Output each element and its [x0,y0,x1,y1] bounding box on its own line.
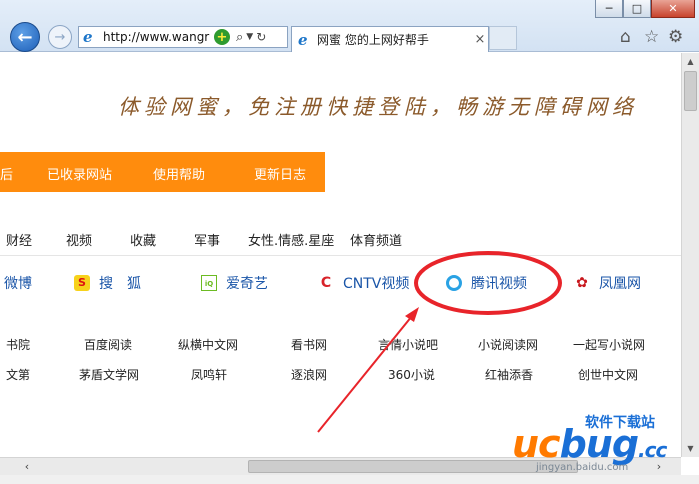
scroll-left-icon[interactable]: ‹ [18,458,36,475]
category-women[interactable]: 女性.情感.星座 [248,230,334,249]
site-link-weibo[interactable]: 微博 [4,273,32,293]
nav-item-indexed-sites[interactable]: 已收录网站 [47,164,112,183]
star-icon[interactable]: ☆ [644,27,659,47]
home-icon[interactable]: ⌂ [620,27,631,47]
watermark-logo-bug: bug [559,422,639,466]
link-item[interactable]: 一起写小说网 [573,336,645,353]
ifeng-icon: ✿ [576,275,588,291]
nav-item-home[interactable]: 后 [0,164,13,183]
cntv-icon: C [320,275,332,291]
minimize-button[interactable]: ─ [595,0,623,18]
watermark-logo-uc: uc [512,422,561,466]
tab-title: 网蜜 您的上网好帮手 [317,33,429,47]
link-item[interactable]: 凤鸣轩 [191,366,227,383]
link-item[interactable]: 360小说 [388,366,435,383]
address-bar[interactable]: e http://www.wangr + ⌕ ▼ ↻ [78,26,288,48]
site-link-tencent-video[interactable]: 腾讯视频 [446,273,527,293]
chevron-down-icon[interactable]: ▼ [246,32,253,42]
category-favorites[interactable]: 收藏 [130,230,156,249]
site-link-cntv[interactable]: C CNTV视频 [318,273,410,293]
link-item[interactable]: 纵横中文网 [178,336,238,353]
site-link-sohu[interactable]: S 搜 狐 [74,273,141,293]
tab-close-button[interactable]: × [472,32,488,47]
tab-active[interactable]: e 网蜜 您的上网好帮手 × [291,26,489,52]
tencent-video-icon [446,275,462,291]
category-row: 财经 视频 收藏 军事 女性.情感.星座 体育频道 [0,230,681,252]
site-row: 微博 S 搜 狐 iQ 爱奇艺 C CNTV视频 腾讯视频 ✿ 凤凰网 [0,273,681,297]
iqiyi-icon: iQ [201,275,217,291]
ie-icon: e [298,30,308,49]
watermark: 软件下载站 ucbug.cc jingyan.baidu.com [512,410,699,480]
watermark-logo-cc: .cc [638,438,667,462]
browser-chrome: ─ □ ✕ ← → e http://www.wangr + ⌕ ▼ ↻ e 网… [0,0,699,52]
ie-icon: e [83,28,93,46]
link-item[interactable]: 书院 [6,336,30,353]
site-label: 微博 [4,276,32,292]
link-row-1: 书院 百度阅读 纵横中文网 看书网 言情小说吧 小说阅读网 一起写小说网 [0,336,681,354]
watermark-logo: ucbug.cc [512,422,667,466]
site-link-iqiyi[interactable]: iQ 爱奇艺 [201,273,268,293]
link-item[interactable]: 看书网 [291,336,327,353]
category-sports[interactable]: 体育频道 [350,230,402,249]
maximize-button[interactable]: □ [623,0,651,18]
nav-item-help[interactable]: 使用帮助 [153,164,205,183]
site-label: 腾讯视频 [471,276,527,292]
sohu-icon: S [74,275,90,291]
site-label: 爱奇艺 [226,276,268,292]
divider [0,255,681,256]
add-plugin-icon[interactable]: + [214,29,230,45]
category-military[interactable]: 军事 [194,230,220,249]
forward-button[interactable]: → [48,25,72,49]
site-label: 搜 狐 [99,276,141,292]
page-slogan: 体验网蜜，免注册快捷登陆，畅游无障碍网络 [118,95,638,119]
window-controls: ─ □ ✕ [595,0,695,18]
vertical-scroll-thumb[interactable] [684,71,697,111]
link-item[interactable]: 小说阅读网 [478,336,538,353]
category-finance[interactable]: 财经 [6,230,32,249]
site-label: CNTV视频 [343,276,410,292]
page-content: 体验网蜜，免注册快捷登陆，畅游无障碍网络 后 已收录网站 使用帮助 更新日志 财… [0,53,681,457]
address-url[interactable]: http://www.wangr [103,30,213,44]
refresh-icon[interactable]: ↻ [256,30,266,44]
link-item[interactable]: 茅盾文学网 [79,366,139,383]
link-item[interactable]: 逐浪网 [291,366,327,383]
link-item[interactable]: 创世中文网 [578,366,638,383]
orange-nav-bar: 后 已收录网站 使用帮助 更新日志 [0,152,325,192]
watermark-url: jingyan.baidu.com [536,462,629,473]
vertical-scrollbar[interactable]: ▲ ▼ [681,53,699,457]
arrow-right-icon: → [54,29,66,45]
link-row-2: 文第 茅盾文学网 凤鸣轩 逐浪网 360小说 红袖添香 创世中文网 [0,366,681,384]
search-icon[interactable]: ⌕ [236,30,243,45]
link-item[interactable]: 言情小说吧 [378,336,438,353]
new-tab-button[interactable] [489,26,517,50]
site-link-ifeng[interactable]: ✿ 凤凰网 [574,273,641,293]
link-item[interactable]: 百度阅读 [84,336,132,353]
back-button[interactable]: ← [10,22,40,52]
link-item[interactable]: 红袖添香 [485,366,533,383]
category-video[interactable]: 视频 [66,230,92,249]
close-window-button[interactable]: ✕ [651,0,695,18]
gear-icon[interactable]: ⚙ [668,27,683,47]
site-label: 凤凰网 [599,276,641,292]
arrow-left-icon: ← [17,26,33,48]
scroll-up-icon[interactable]: ▲ [682,53,699,70]
nav-item-changelog[interactable]: 更新日志 [254,164,306,183]
link-item[interactable]: 文第 [6,366,30,383]
